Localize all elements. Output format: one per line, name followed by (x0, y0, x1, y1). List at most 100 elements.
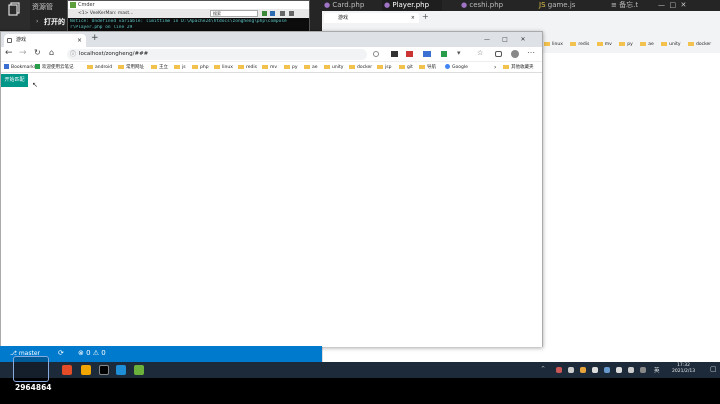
bookmark-item[interactable]: Bookmarks (4, 62, 36, 73)
close-icon[interactable]: × (411, 13, 415, 23)
notifications-icon[interactable]: ▢ (710, 365, 717, 373)
tab-player-php[interactable]: ● Player.php (382, 0, 442, 11)
bookmark-folder[interactable]: jsp (377, 62, 391, 73)
window-controls: — □ ✕ (658, 0, 718, 11)
tab-ceshi-php[interactable]: ● ceshi.php (459, 0, 521, 11)
extension-icon[interactable] (391, 51, 398, 57)
tray-chevron-icon[interactable]: ^ (541, 366, 545, 372)
tray-icon[interactable] (604, 367, 610, 373)
browser-titlebar: 游戏 × + — □ ✕ (1, 32, 542, 47)
split-icon[interactable] (270, 11, 275, 16)
tray-icon[interactable] (580, 367, 586, 373)
cmder-logo-icon (70, 2, 76, 8)
tab-memo[interactable]: ≡ 备忘.t (609, 0, 653, 11)
vscode-icon[interactable] (116, 365, 126, 375)
maximize-icon[interactable]: □ (497, 32, 513, 47)
folder-icon[interactable] (81, 365, 91, 375)
minimize-icon[interactable]: — (658, 1, 665, 9)
bookmark-folder[interactable]: 常用网址 (118, 62, 144, 73)
vscode-tab-bar: ● Card.php ● Player.php ● ceshi.php JS g… (322, 0, 720, 11)
address-bar[interactable]: ⓘ localhost/zongheng/### (67, 49, 367, 60)
page-content: 开始匹配 ↖ (1, 73, 542, 347)
tab-card-php[interactable]: ● Card.php (322, 0, 380, 11)
bookmark-folder[interactable]: git (399, 62, 413, 73)
info-icon[interactable]: ⓘ (70, 49, 76, 60)
explorer-title: 资源管 (32, 3, 53, 11)
wifi-icon[interactable] (616, 367, 622, 373)
chevron-right-icon[interactable]: › (36, 18, 38, 25)
new-tab-icon[interactable]: + (422, 12, 429, 21)
bookmark-folder[interactable]: 王立 (151, 62, 168, 73)
bookmark-folder[interactable]: py (284, 62, 298, 73)
files-icon[interactable] (8, 2, 22, 16)
new-tab-icon[interactable]: + (91, 33, 99, 43)
tray-icon[interactable] (556, 367, 562, 373)
open-editors-label[interactable]: 打开的 (44, 17, 65, 27)
background-bookmarks: linux redis mv py ae unity docker (544, 40, 720, 50)
chrome-icon[interactable] (62, 365, 72, 375)
letterbox-bar (0, 378, 720, 404)
forward-icon[interactable]: → (19, 48, 27, 58)
other-bookmarks[interactable]: 其他收藏夹 (503, 62, 534, 73)
bookmark-folder[interactable]: mv (262, 62, 277, 73)
bookmark-item[interactable]: Google (445, 62, 468, 73)
page-icon (7, 38, 12, 43)
menu-icon[interactable] (289, 11, 294, 16)
extension-icon[interactable] (423, 51, 431, 57)
tray-icon[interactable] (568, 367, 574, 373)
more-menu-icon[interactable]: ⋯ (527, 48, 535, 57)
bookmark-folder[interactable]: js (174, 62, 186, 73)
bookmark-folder[interactable]: linux (214, 62, 233, 73)
bookmark-folder[interactable]: php (192, 62, 209, 73)
tray-icon[interactable] (640, 367, 646, 373)
extension-icon[interactable] (406, 51, 413, 57)
bookmarks-bar: Bookmarks 欢迎使用云笔记 android 常用网址 王立 js php… (1, 62, 542, 73)
bookmark-folder[interactable]: ae (304, 62, 318, 73)
add-icon[interactable] (262, 11, 267, 16)
home-icon[interactable]: ⌂ (49, 48, 54, 57)
browser-tab[interactable]: 游戏 × (4, 34, 86, 47)
maximize-icon[interactable]: □ (669, 1, 676, 9)
close-icon[interactable]: ✕ (681, 1, 687, 9)
browser-toolbar: ← → ↻ ⌂ ⓘ localhost/zongheng/### ▾ ☆ ⋯ (1, 47, 542, 62)
sync-icon[interactable]: ⟳ (58, 349, 64, 357)
shield-icon[interactable] (441, 51, 447, 57)
windows-taskbar: ^ 英 17:32 2021/2/13 ▢ (0, 362, 720, 378)
extension-icon[interactable] (373, 51, 379, 57)
close-tab-icon[interactable]: × (77, 34, 82, 47)
input-language[interactable]: 英 (654, 366, 660, 374)
clock[interactable]: 17:32 2021/2/13 (672, 363, 695, 375)
avatar[interactable] (511, 50, 519, 58)
watermark-logo (13, 356, 49, 382)
chevron-right-icon[interactable]: › (494, 62, 496, 73)
tray-icon[interactable] (592, 367, 598, 373)
bookmark-folder[interactable]: 导航 (419, 62, 436, 73)
reload-icon[interactable]: ↻ (34, 48, 41, 57)
cmder-icon[interactable] (134, 365, 144, 375)
watermark-id: 2964864 (15, 383, 52, 392)
start-match-button[interactable]: 开始匹配 (1, 74, 28, 87)
lock-icon[interactable] (280, 11, 285, 16)
bookmark-folder[interactable]: redis (238, 62, 257, 73)
back-icon[interactable]: ← (5, 48, 13, 58)
minimize-icon[interactable]: — (479, 32, 495, 47)
tab-game-js[interactable]: JS game.js (537, 0, 597, 11)
background-tab[interactable]: 游戏 × (324, 13, 419, 23)
bookmark-folder[interactable]: docker (349, 62, 372, 73)
browser-window: 游戏 × + — □ ✕ ← → ↻ ⌂ ⓘ localhost/zonghen… (0, 31, 543, 347)
close-icon[interactable]: ✕ (515, 32, 531, 47)
bookmark-folder[interactable]: android (87, 62, 112, 73)
bookmark-folder[interactable]: unity (324, 62, 343, 73)
ide-icon[interactable] (99, 365, 109, 375)
cursor-icon: ↖ (32, 81, 38, 89)
filter-icon[interactable]: ▾ (457, 49, 461, 57)
collections-icon[interactable] (495, 51, 502, 57)
url-text[interactable]: localhost/zongheng/### (79, 51, 148, 57)
cmder-search-input[interactable]: 搜索 (210, 10, 258, 17)
star-icon[interactable]: ☆ (477, 49, 483, 57)
problems-indicator[interactable]: ⊗ 0 ⚠ 0 (78, 349, 106, 357)
cmder-titlebar: Cmder (68, 1, 309, 9)
volume-icon[interactable] (628, 367, 634, 373)
bookmark-item[interactable]: 欢迎使用云笔记 (35, 62, 74, 73)
cmder-toolbar: <1> VeeKerMan: mast... 搜索 (68, 9, 309, 18)
